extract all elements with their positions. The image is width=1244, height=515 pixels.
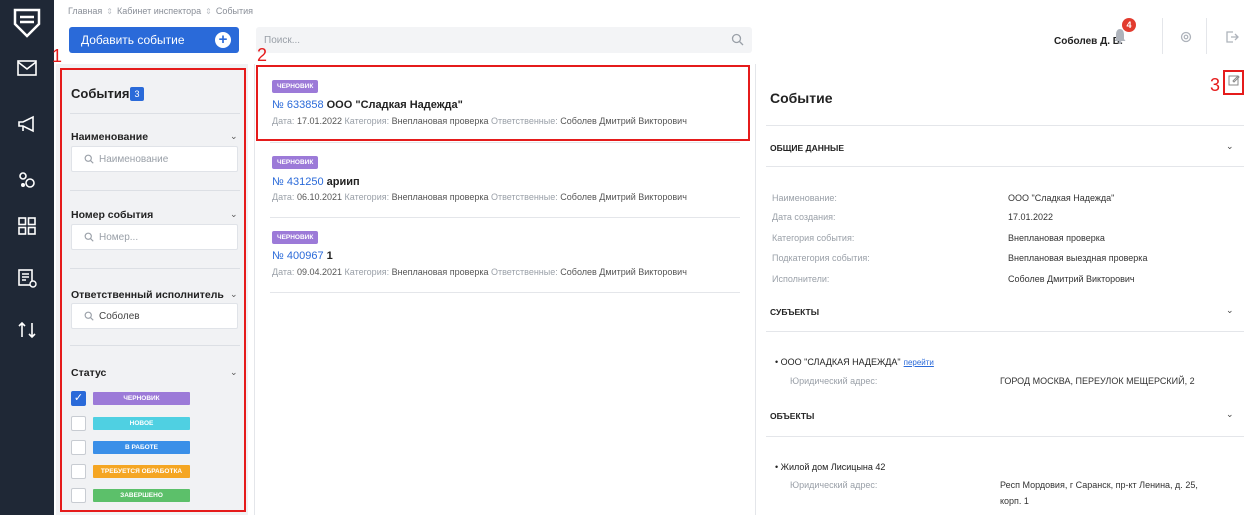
header-divider — [1162, 18, 1163, 54]
column-divider — [755, 64, 756, 515]
megaphone-icon[interactable] — [13, 110, 41, 138]
annotation-box-1 — [60, 68, 246, 512]
divider — [270, 292, 740, 293]
event-meta: Дата: 09.04.2021 Категория: Внеплановая … — [272, 267, 687, 277]
event-title: № 400967 1 — [272, 250, 333, 262]
app-logo-icon[interactable] — [13, 8, 41, 38]
breadcrumb-events: События — [215, 6, 254, 16]
field-key: Категория события: — [772, 233, 855, 243]
breadcrumb-inspector[interactable]: Кабинет инспектора — [117, 6, 201, 16]
annotation-number-2: 2 — [257, 45, 268, 65]
sort-icon[interactable] — [13, 316, 41, 344]
logout-icon[interactable] — [1225, 30, 1239, 44]
meta-label: Ответственные: — [491, 192, 558, 202]
search-placeholder: Поиск... — [264, 34, 301, 46]
field-value: Внеплановая выездная проверка — [1008, 253, 1148, 263]
section-objects-header[interactable]: ОБЪЕКТЫ — [770, 411, 814, 421]
divider — [766, 436, 1244, 437]
field-value: Соболев Дмитрий Викторович — [1008, 274, 1135, 284]
event-title: № 431250 ариип — [272, 176, 360, 188]
breadcrumb-separator: ⇕ — [106, 6, 113, 16]
event-name: ариип — [326, 176, 360, 188]
subject-name: ООО "СЛАДКАЯ НАДЕЖДА" — [780, 357, 901, 367]
divider — [766, 331, 1244, 332]
event-name: 1 — [326, 250, 333, 262]
side-nav-rail — [0, 0, 54, 515]
field-value: 17.01.2022 — [1008, 212, 1054, 222]
mail-icon[interactable] — [13, 54, 41, 82]
event-date: 06.10.2021 — [296, 192, 342, 202]
meta-label: Категория: — [344, 267, 390, 277]
divider — [766, 166, 1244, 167]
event-meta: Дата: 06.10.2021 Категория: Внеплановая … — [272, 192, 687, 202]
divider — [270, 142, 740, 143]
chevron-down-icon[interactable]: ⌄ — [1226, 305, 1234, 316]
add-event-label: Добавить событие — [81, 33, 185, 47]
meta-label: Категория: — [344, 192, 390, 202]
field-value: ООО "Сладкая Надежда" — [1008, 193, 1115, 203]
field-key: Исполнители: — [772, 274, 830, 284]
divider — [270, 217, 740, 218]
event-date: 09.04.2021 — [296, 267, 342, 277]
annotation-number-3: 3 — [1210, 75, 1221, 95]
object-item: • Жилой дом Лисицына 42 — [775, 462, 886, 472]
field-value: Внеплановая проверка — [1008, 233, 1105, 243]
field-value: ГОРОД МОСКВА, ПЕРЕУЛОК МЕЩЕРСКИЙ, 2 — [1000, 376, 1195, 386]
user-name[interactable]: Соболев Д. В. — [1054, 36, 1123, 47]
event-status-tag: ЧЕРНОВИК — [272, 156, 319, 169]
field-key: Дата создания: — [772, 212, 836, 222]
event-number[interactable]: № 431250 — [272, 176, 324, 188]
divider — [766, 125, 1244, 126]
gear-icon[interactable] — [1179, 30, 1193, 44]
field-key: Наименование: — [772, 193, 837, 203]
grid-icon[interactable] — [13, 212, 41, 240]
meta-label: Ответственные: — [491, 267, 558, 277]
field-value: Респ Мордовия, г Саранск, пр-кт Ленина, … — [1000, 480, 1198, 490]
column-divider — [254, 64, 255, 515]
search-icon — [731, 33, 744, 46]
add-event-button[interactable]: Добавить событие + — [69, 27, 239, 53]
event-responsible: Соболев Дмитрий Викторович — [560, 267, 687, 277]
annotation-box-3 — [1223, 70, 1244, 95]
annotation-box-2 — [256, 65, 750, 141]
field-key: Подкатегория события: — [772, 253, 870, 263]
section-subjects-header[interactable]: СУБЪЕКТЫ — [770, 307, 819, 317]
notification-badge: 4 — [1122, 18, 1136, 32]
search-input[interactable]: Поиск... — [256, 27, 752, 53]
annotation-number-1: 1 — [52, 46, 63, 66]
plus-icon: + — [215, 32, 231, 48]
field-key: Юридический адрес: — [790, 376, 878, 386]
detail-title: Событие — [770, 90, 833, 106]
event-category: Внеплановая проверка — [391, 267, 489, 277]
chevron-down-icon[interactable]: ⌄ — [1226, 409, 1234, 420]
header-divider — [1206, 18, 1207, 54]
event-number[interactable]: № 400967 — [272, 250, 324, 262]
meta-label: Дата: — [272, 267, 295, 277]
breadcrumb: Главная ⇕ Кабинет инспектора ⇕ События — [68, 6, 253, 16]
meta-label: Дата: — [272, 192, 295, 202]
subject-item: • ООО "СЛАДКАЯ НАДЕЖДА" перейти — [775, 357, 934, 367]
event-category: Внеплановая проверка — [391, 192, 489, 202]
breadcrumb-separator: ⇕ — [205, 6, 212, 16]
breadcrumb-home[interactable]: Главная — [68, 6, 102, 16]
report-icon[interactable] — [13, 264, 41, 292]
event-responsible: Соболев Дмитрий Викторович — [560, 192, 687, 202]
object-name: Жилой дом Лисицына 42 — [780, 462, 886, 472]
subject-go-link[interactable]: перейти — [904, 358, 934, 367]
section-general-header[interactable]: ОБЩИЕ ДАННЫЕ — [770, 143, 844, 153]
gears-icon[interactable] — [13, 166, 41, 194]
event-status-tag: ЧЕРНОВИК — [272, 231, 319, 244]
chevron-down-icon[interactable]: ⌄ — [1226, 141, 1234, 152]
field-value: корп. 1 — [1000, 496, 1029, 506]
field-key: Юридический адрес: — [790, 480, 878, 490]
